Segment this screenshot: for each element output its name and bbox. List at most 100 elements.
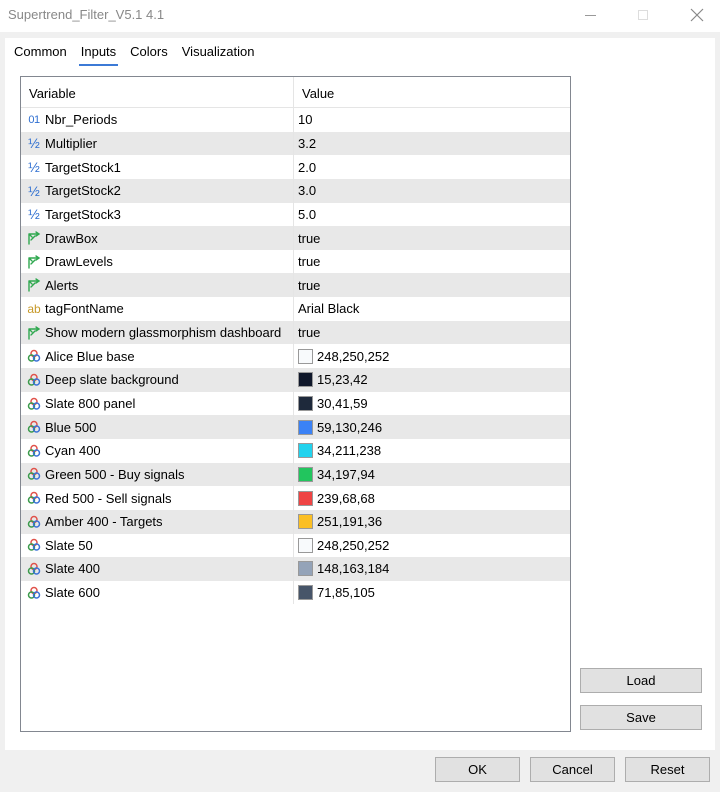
cancel-button[interactable]: Cancel bbox=[530, 757, 615, 782]
value-cell[interactable]: 3.0 bbox=[294, 179, 570, 203]
tab-common[interactable]: Common bbox=[14, 44, 73, 64]
variable-name: Slate 800 panel bbox=[45, 396, 136, 411]
table-row[interactable]: Red 500 - Sell signals 239,68,68 bbox=[21, 486, 570, 510]
table-row[interactable]: Slate 50 248,250,252 bbox=[21, 533, 570, 558]
variable-cell[interactable]: ½ TargetStock3 bbox=[21, 202, 294, 227]
variable-name: TargetStock1 bbox=[45, 159, 121, 175]
value-cell[interactable]: 71,85,105 bbox=[294, 581, 570, 605]
table-row[interactable]: ½ TargetStock2 3.0 bbox=[21, 178, 570, 203]
table-row[interactable]: Green 500 - Buy signals 34,197,94 bbox=[21, 462, 570, 487]
value-cell[interactable]: 59,130,246 bbox=[294, 415, 570, 439]
value-cell[interactable]: true bbox=[294, 226, 570, 250]
value-cell[interactable]: 34,197,94 bbox=[294, 463, 570, 487]
value-cell[interactable]: 2.0 bbox=[294, 155, 570, 179]
variable-cell[interactable]: ab tagFontName bbox=[21, 297, 294, 321]
value-cell[interactable]: 248,250,252 bbox=[294, 344, 570, 368]
table-row[interactable]: ½ TargetStock3 5.0 bbox=[21, 202, 570, 227]
table-row[interactable]: ½ TargetStock1 2.0 bbox=[21, 155, 570, 179]
variable-cell[interactable]: Alice Blue base bbox=[21, 344, 294, 369]
variable-name: Slate 400 bbox=[45, 561, 100, 577]
table-row[interactable]: 01 Nbr_Periods 10 bbox=[21, 108, 570, 132]
color-swatch[interactable] bbox=[298, 372, 313, 388]
title-bar: Supertrend_Filter_V5.1 4.1 bbox=[0, 0, 720, 32]
value-cell[interactable]: 248,250,252 bbox=[294, 534, 570, 558]
value-cell[interactable]: true bbox=[294, 250, 570, 274]
table-row[interactable]: Alice Blue base 248,250,252 bbox=[21, 344, 570, 369]
table-row[interactable]: Slate 400 148,163,184 bbox=[21, 557, 570, 581]
bool-icon bbox=[27, 325, 41, 340]
load-button[interactable]: Load bbox=[580, 668, 702, 693]
variable-cell[interactable]: Alerts bbox=[21, 273, 294, 298]
table-row[interactable]: ab tagFontName Arial Black bbox=[21, 297, 570, 321]
double-icon: ½ bbox=[28, 135, 40, 152]
variable-cell[interactable]: Blue 500 bbox=[21, 415, 294, 439]
variable-cell[interactable]: 01 Nbr_Periods bbox=[21, 108, 294, 132]
table-row[interactable]: Alerts true bbox=[21, 273, 570, 298]
color-swatch[interactable] bbox=[298, 490, 313, 506]
table-row[interactable]: Show modern glassmorphism dashboard true bbox=[21, 320, 570, 345]
value-cell[interactable]: true bbox=[294, 321, 570, 345]
tab-colors[interactable]: Colors bbox=[130, 44, 174, 64]
variable-cell[interactable]: Green 500 - Buy signals bbox=[21, 462, 294, 487]
value-cell[interactable]: 148,163,184 bbox=[294, 557, 570, 581]
color-swatch[interactable] bbox=[298, 537, 313, 553]
variable-cell[interactable]: Cyan 400 bbox=[21, 438, 294, 463]
variable-cell[interactable]: Slate 800 panel bbox=[21, 391, 294, 416]
variable-cell[interactable]: Deep slate background bbox=[21, 368, 294, 392]
variable-cell[interactable]: ½ TargetStock1 bbox=[21, 155, 294, 179]
table-row[interactable]: Blue 500 59,130,246 bbox=[21, 415, 570, 439]
value-cell[interactable]: 34,211,238 bbox=[294, 439, 570, 463]
color-swatch[interactable] bbox=[298, 514, 313, 530]
save-button[interactable]: Save bbox=[580, 705, 702, 730]
header-value[interactable]: Value bbox=[294, 77, 570, 107]
variable-cell[interactable]: DrawLevels bbox=[21, 249, 294, 274]
close-button[interactable] bbox=[674, 0, 720, 30]
color-swatch[interactable] bbox=[298, 561, 313, 577]
variable-cell[interactable]: Slate 400 bbox=[21, 557, 294, 581]
table-row[interactable]: ½ Multiplier 3.2 bbox=[21, 131, 570, 156]
variable-cell[interactable]: Amber 400 - Targets bbox=[21, 509, 294, 534]
variable-cell[interactable]: Slate 600 bbox=[21, 580, 294, 605]
variable-cell[interactable]: ½ Multiplier bbox=[21, 131, 294, 156]
value-cell[interactable]: 5.0 bbox=[294, 203, 570, 227]
color-swatch[interactable] bbox=[298, 348, 313, 364]
table-row[interactable]: Deep slate background 15,23,42 bbox=[21, 368, 570, 392]
value-cell[interactable]: Arial Black bbox=[294, 297, 570, 321]
value-cell[interactable]: 30,41,59 bbox=[294, 392, 570, 416]
color-swatch[interactable] bbox=[298, 466, 313, 482]
variable-cell[interactable]: Red 500 - Sell signals bbox=[21, 486, 294, 510]
variable-value: true bbox=[298, 277, 321, 293]
table-row[interactable]: Amber 400 - Targets 251,191,36 bbox=[21, 509, 570, 534]
tab-visualization[interactable]: Visualization bbox=[182, 44, 261, 64]
variable-value: 3.0 bbox=[298, 183, 317, 199]
ok-button[interactable]: OK bbox=[435, 757, 520, 782]
header-variable[interactable]: Variable bbox=[21, 77, 294, 107]
value-cell[interactable]: true bbox=[294, 273, 570, 297]
color-swatch[interactable] bbox=[298, 396, 313, 411]
color-swatch[interactable] bbox=[298, 443, 313, 459]
close-icon bbox=[690, 8, 704, 22]
color-swatch[interactable] bbox=[298, 419, 313, 435]
value-cell[interactable]: 10 bbox=[294, 108, 570, 132]
color-icon bbox=[27, 562, 41, 576]
maximize-button[interactable] bbox=[620, 0, 666, 30]
variable-cell[interactable]: DrawBox bbox=[21, 226, 294, 250]
window-title: Supertrend_Filter_V5.1 4.1 bbox=[8, 7, 165, 22]
minimize-button[interactable] bbox=[567, 0, 613, 30]
value-cell[interactable]: 15,23,42 bbox=[294, 368, 570, 392]
table-row[interactable]: DrawLevels true bbox=[21, 249, 570, 274]
tab-inputs[interactable]: Inputs bbox=[78, 44, 122, 66]
variable-cell[interactable]: Slate 50 bbox=[21, 533, 294, 558]
table-row[interactable]: DrawBox true bbox=[21, 226, 570, 250]
table-row[interactable]: Slate 600 71,85,105 bbox=[21, 580, 570, 605]
variable-name: TargetStock2 bbox=[45, 183, 121, 199]
table-row[interactable]: Cyan 400 34,211,238 bbox=[21, 438, 570, 463]
value-cell[interactable]: 3.2 bbox=[294, 132, 570, 156]
reset-button[interactable]: Reset bbox=[625, 757, 710, 782]
color-swatch[interactable] bbox=[298, 585, 313, 601]
table-row[interactable]: Slate 800 panel 30,41,59 bbox=[21, 391, 570, 416]
value-cell[interactable]: 251,191,36 bbox=[294, 510, 570, 534]
variable-cell[interactable]: Show modern glassmorphism dashboard bbox=[21, 320, 294, 345]
variable-cell[interactable]: ½ TargetStock2 bbox=[21, 178, 294, 203]
value-cell[interactable]: 239,68,68 bbox=[294, 486, 570, 510]
